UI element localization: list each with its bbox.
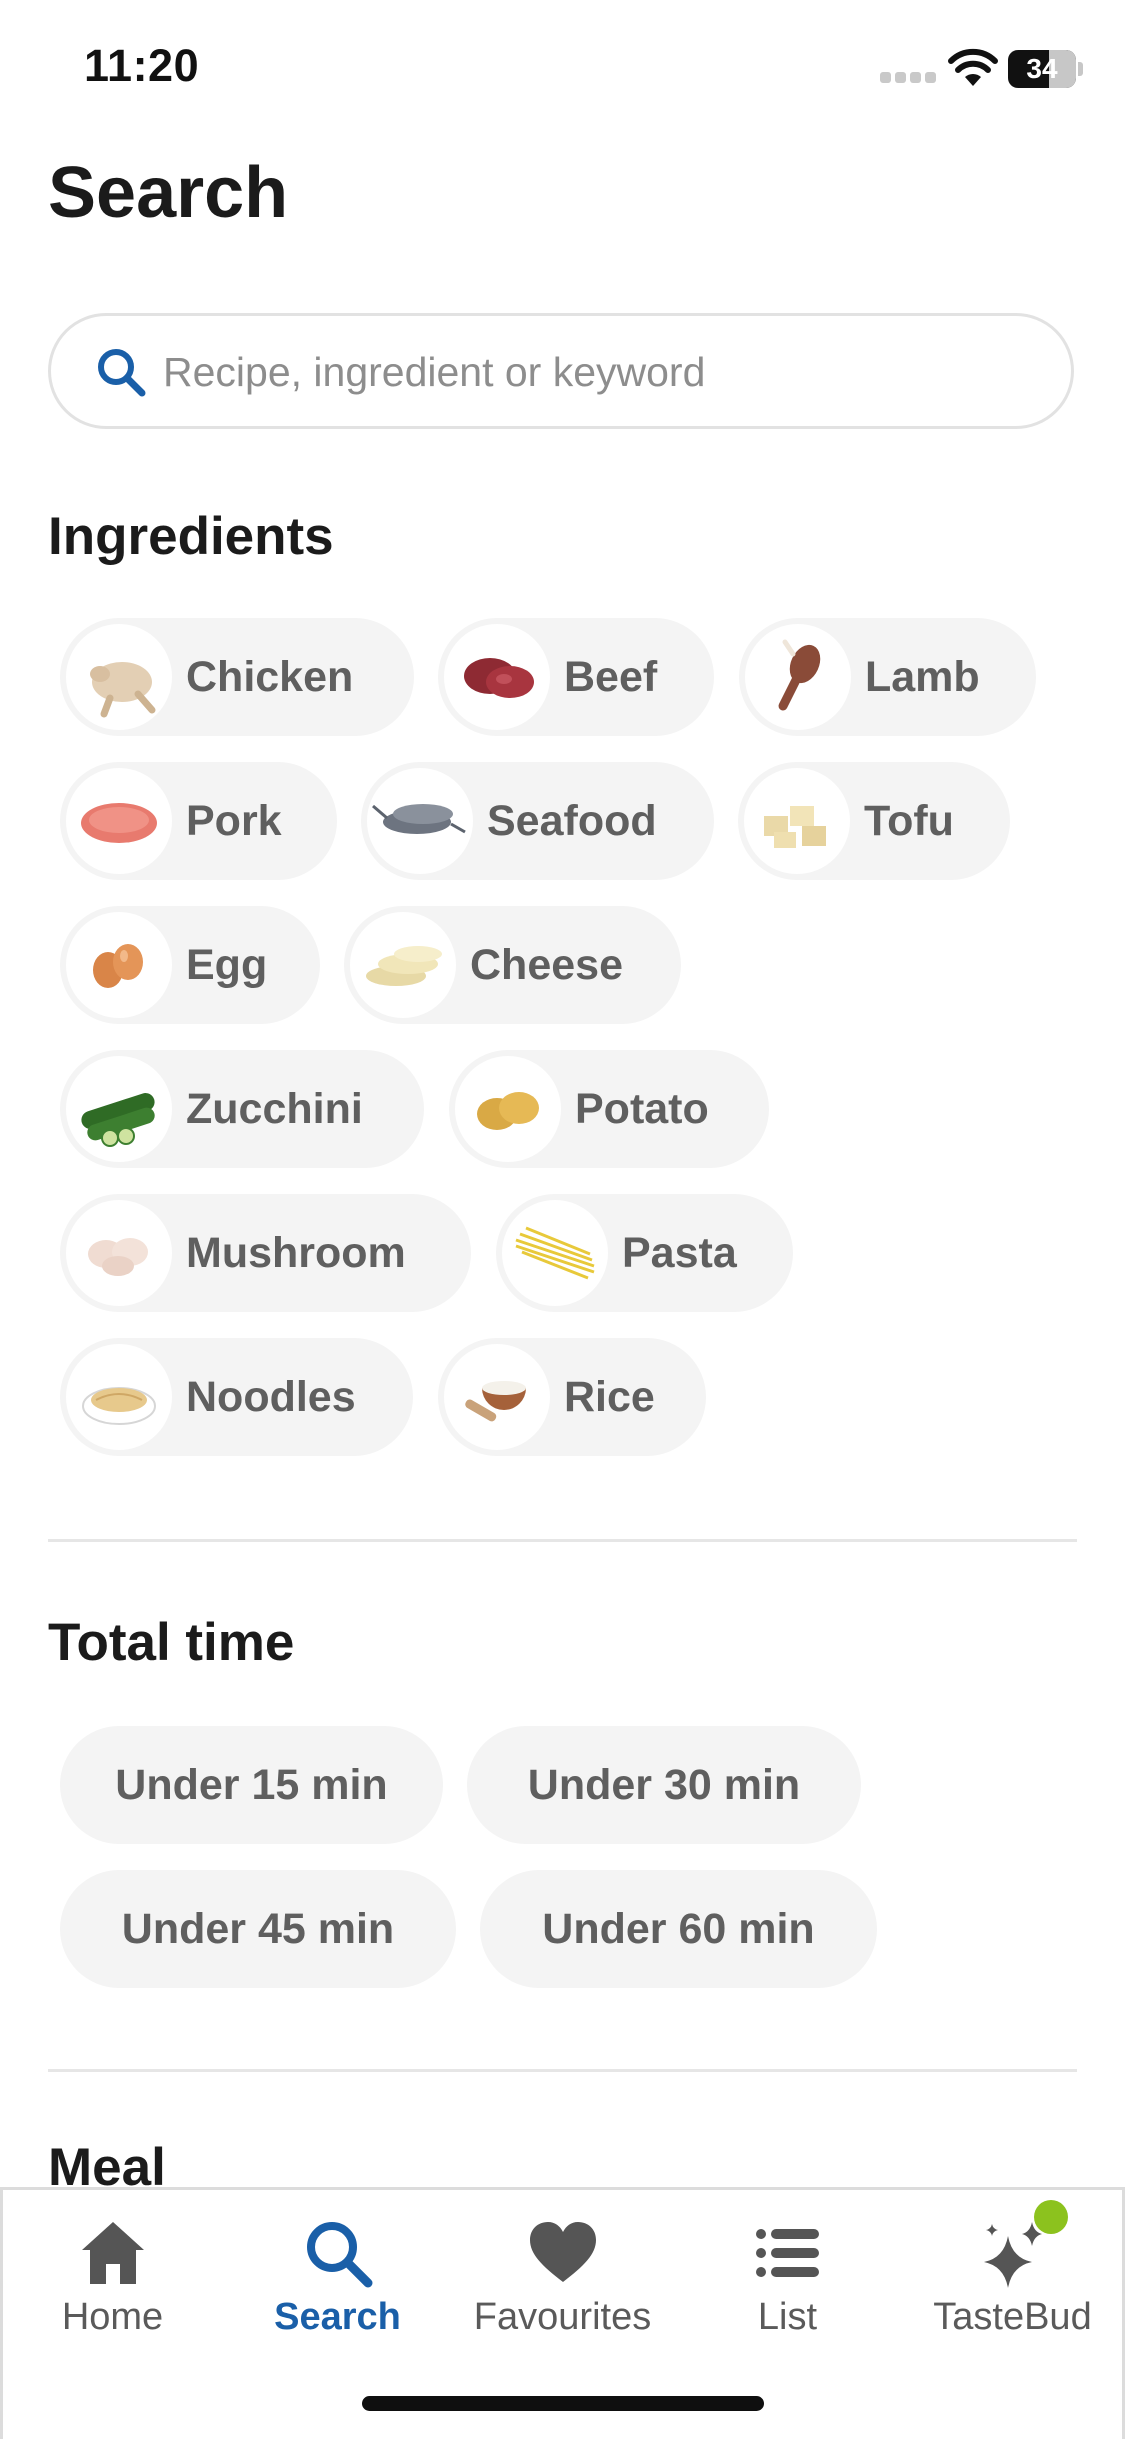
ingredient-label: Potato xyxy=(575,1085,709,1133)
ingredient-chip-lamb[interactable]: Lamb xyxy=(739,618,1036,736)
ingredient-label: Pasta xyxy=(622,1229,737,1277)
battery-icon: 34 xyxy=(1008,50,1076,88)
ingredient-label: Cheese xyxy=(470,941,623,989)
tab-tastebud[interactable]: TasteBud xyxy=(900,2190,1125,2360)
time-chip-under-15[interactable]: Under 15 min xyxy=(60,1726,443,1844)
home-icon xyxy=(82,2222,144,2284)
tab-label-search: Search xyxy=(274,2296,401,2338)
tab-label-tastebud: TasteBud xyxy=(933,2296,1092,2338)
page-title: Search xyxy=(48,153,289,233)
tab-label-favourites: Favourites xyxy=(473,2296,652,2338)
section-divider xyxy=(48,1539,1077,1542)
ingredient-chip-noodles[interactable]: Noodles xyxy=(60,1338,413,1456)
tab-favourites[interactable]: Favourites xyxy=(450,2190,675,2360)
wifi-icon xyxy=(948,48,998,86)
pasta-icon xyxy=(502,1200,608,1306)
ingredient-chip-rice[interactable]: Rice xyxy=(438,1338,706,1456)
ingredient-label: Noodles xyxy=(186,1373,356,1421)
chicken-icon xyxy=(66,624,172,730)
ingredient-label: Rice xyxy=(564,1373,655,1421)
noodles-icon xyxy=(66,1344,172,1450)
ingredient-label: Tofu xyxy=(864,797,954,845)
battery-tip xyxy=(1078,62,1083,76)
lamb-icon xyxy=(745,624,851,730)
egg-icon xyxy=(66,912,172,1018)
cellular-signal-icon xyxy=(880,72,936,84)
heart-icon xyxy=(530,2222,596,2282)
mushroom-icon xyxy=(66,1200,172,1306)
status-time: 11:20 xyxy=(84,40,200,91)
status-bar: 11:20 34 xyxy=(0,0,1125,140)
ingredient-chip-tofu[interactable]: Tofu xyxy=(738,762,1010,880)
time-chip-under-30[interactable]: Under 30 min xyxy=(467,1726,861,1844)
search-input[interactable] xyxy=(163,338,1043,406)
ingredient-label: Zucchini xyxy=(186,1085,363,1133)
search-field[interactable] xyxy=(48,313,1074,429)
home-indicator xyxy=(362,2396,764,2411)
seafood-icon xyxy=(367,768,473,874)
zucchini-icon xyxy=(66,1056,172,1162)
search-icon xyxy=(307,2222,373,2288)
ingredient-chip-pork[interactable]: Pork xyxy=(60,762,337,880)
ingredient-chip-chicken[interactable]: Chicken xyxy=(60,618,414,736)
tab-list[interactable]: List xyxy=(675,2190,900,2360)
tab-search[interactable]: Search xyxy=(225,2190,450,2360)
ingredient-chip-beef[interactable]: Beef xyxy=(438,618,714,736)
tab-label-list: List xyxy=(757,2296,818,2338)
section-title-meal-text: Meal xyxy=(48,2138,166,2188)
beef-icon xyxy=(444,624,550,730)
list-icon xyxy=(756,2229,819,2277)
search-icon xyxy=(98,349,146,397)
tofu-icon xyxy=(744,768,850,874)
section-title-meal: Meal xyxy=(48,2128,166,2188)
cheese-icon xyxy=(350,912,456,1018)
tab-home[interactable]: Home xyxy=(0,2190,225,2360)
ingredient-chip-egg[interactable]: Egg xyxy=(60,906,320,1024)
ingredient-label: Seafood xyxy=(487,797,657,845)
ingredient-chip-seafood[interactable]: Seafood xyxy=(361,762,714,880)
ingredient-label: Beef xyxy=(564,653,658,701)
notification-dot xyxy=(1034,2200,1068,2234)
tab-label-home: Home xyxy=(61,2296,164,2338)
ingredient-chip-mushroom[interactable]: Mushroom xyxy=(60,1194,471,1312)
ingredient-label: Egg xyxy=(186,941,268,989)
ingredient-chip-potato[interactable]: Potato xyxy=(449,1050,769,1168)
time-chip-under-45[interactable]: Under 45 min xyxy=(60,1870,456,1988)
potato-icon xyxy=(455,1056,561,1162)
ingredient-label: Mushroom xyxy=(186,1229,406,1277)
ingredient-label: Chicken xyxy=(186,653,354,701)
ingredient-chip-pasta[interactable]: Pasta xyxy=(496,1194,793,1312)
rice-icon xyxy=(444,1344,550,1450)
section-divider xyxy=(48,2069,1077,2072)
ingredient-chip-zucchini[interactable]: Zucchini xyxy=(60,1050,424,1168)
section-title-total-time: Total time xyxy=(48,1613,295,1672)
ingredient-chip-cheese[interactable]: Cheese xyxy=(344,906,681,1024)
time-chip-under-60[interactable]: Under 60 min xyxy=(480,1870,877,1988)
battery-level: 34 xyxy=(1026,53,1058,84)
pork-icon xyxy=(66,768,172,874)
ingredient-label: Lamb xyxy=(865,653,980,701)
ingredient-label: Pork xyxy=(186,797,282,845)
section-title-ingredients: Ingredients xyxy=(48,507,334,566)
